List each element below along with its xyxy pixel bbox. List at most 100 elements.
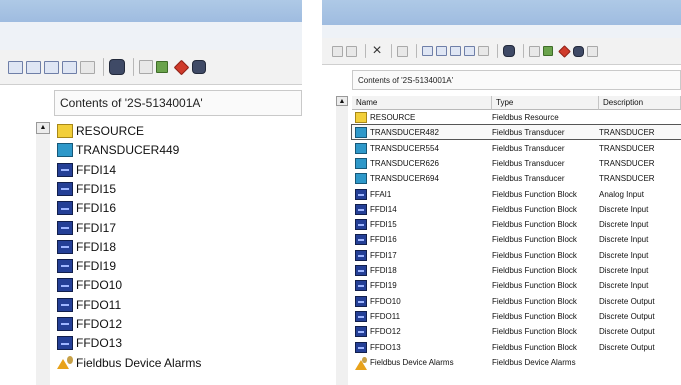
properties-icon[interactable]	[397, 45, 408, 57]
tree-item-label: RESOURCE	[76, 124, 145, 138]
column-header-name[interactable]: Name	[352, 96, 492, 110]
cell-description: TRANSDUCER	[599, 174, 655, 184]
tree-item[interactable]: FFDI19	[54, 257, 302, 275]
column-header-type[interactable]: Type	[492, 96, 599, 110]
cell-type: Fieldbus Function Block	[492, 189, 577, 199]
large-icons-view-icon[interactable]	[8, 60, 23, 74]
list-row[interactable]: TRANSDUCER626 Fieldbus Transducer TRANSDUC…	[352, 156, 681, 170]
tree-item[interactable]: FFDI18	[54, 238, 302, 256]
list-row[interactable]: FFDO10 Fieldbus Function Block Discrete Ou…	[352, 294, 681, 308]
list-row[interactable]: TRANSDUCER554 Fieldbus Transducer TRANSDUC…	[352, 141, 681, 155]
properties-icon[interactable]	[80, 60, 95, 74]
refresh-icon[interactable]	[478, 46, 489, 56]
function-block-icon	[355, 188, 367, 200]
cell-description: TRANSDUCER	[599, 158, 655, 168]
function-block-icon	[355, 249, 367, 261]
tag-icon[interactable]	[529, 45, 540, 57]
list-row[interactable]: FFDO13 Fieldbus Function Block Discrete Ou…	[352, 340, 681, 354]
cell-description: Discrete Input	[599, 220, 649, 230]
transducer-block-icon	[355, 173, 367, 185]
list-view-icon[interactable]	[450, 46, 461, 56]
download-icon[interactable]	[543, 46, 553, 56]
list-row[interactable]: TRANSDUCER694 Fieldbus Transducer TRANSDUC…	[352, 171, 681, 185]
function-block-icon	[355, 280, 367, 292]
tag-icon[interactable]	[139, 60, 153, 74]
list-row[interactable]: FFDI16 Fieldbus Function Block Discrete In…	[352, 232, 681, 246]
scroll-up-button[interactable]: ▲	[336, 96, 348, 106]
function-block-icon	[355, 234, 367, 246]
details-view-icon[interactable]	[464, 46, 475, 56]
tree-item[interactable]: FFDI15	[54, 180, 302, 198]
function-block-icon	[57, 239, 73, 254]
function-block-icon	[355, 219, 367, 231]
vertical-scrollbar[interactable]: ▲	[36, 122, 50, 385]
list-row[interactable]: RESOURCE Fieldbus Resource	[352, 110, 681, 124]
tree-item[interactable]: FFDO10	[54, 276, 302, 294]
transducer-block-icon	[355, 142, 367, 154]
function-block-icon	[355, 295, 367, 307]
large-icons-view-icon[interactable]	[422, 46, 433, 56]
tree-item[interactable]: FFDO11	[54, 296, 302, 314]
small-icons-view-icon[interactable]	[436, 46, 447, 56]
tree-view: RESOURCE TRANSDUCER449 FFDI14 FFDI15 FFDI16 F…	[54, 120, 302, 385]
list-row[interactable]: FFDO11 Fieldbus Function Block Discrete Ou…	[352, 309, 681, 323]
vertical-scrollbar[interactable]: ▲	[336, 96, 348, 385]
cell-type: Fieldbus Function Block	[492, 311, 577, 321]
cell-description: Analog Input	[599, 189, 644, 199]
save-icon[interactable]	[192, 60, 206, 74]
list-row[interactable]: FFDI14 Fieldbus Function Block Discrete In…	[352, 202, 681, 216]
function-block-icon	[355, 265, 367, 276]
title-bar	[0, 0, 302, 22]
toolbar-separator	[103, 58, 104, 76]
list-row[interactable]: Fieldbus Device Alarms Fieldbus Device Al…	[352, 355, 681, 370]
tree-item[interactable]: FFDO12	[54, 315, 302, 333]
list-view-icon[interactable]	[44, 60, 59, 74]
cell-description: Discrete Input	[599, 250, 649, 260]
list-row[interactable]: FFDI19 Fieldbus Function Block Discrete In…	[352, 278, 681, 292]
cell-description: TRANSDUCER	[599, 128, 655, 138]
help-icon[interactable]	[587, 45, 598, 57]
list-row[interactable]: TRANSDUCER482 Fieldbus Transducer TRANSDUC…	[351, 124, 681, 141]
cell-type: Fieldbus Resource	[492, 113, 559, 122]
paste-icon[interactable]	[346, 45, 357, 57]
tree-item[interactable]: TRANSDUCER449	[54, 141, 302, 159]
download-icon[interactable]	[156, 61, 168, 73]
cell-name: FFDI18	[370, 266, 397, 275]
tree-item[interactable]: FFDI14	[54, 161, 302, 179]
delete-icon[interactable]: ×	[371, 43, 383, 59]
function-block-icon	[57, 278, 73, 293]
cell-type: Fieldbus Device Alarms	[492, 357, 576, 367]
list-row[interactable]: FFDI15 Fieldbus Function Block Discrete In…	[352, 217, 681, 231]
list-row[interactable]: FFDO12 Fieldbus Function Block Discrete Ou…	[352, 324, 681, 338]
cell-description: Discrete Output	[599, 311, 655, 321]
function-block-icon	[57, 317, 73, 331]
tree-item[interactable]: RESOURCE	[54, 122, 302, 140]
diamond-icon[interactable]	[558, 44, 571, 58]
column-header-description[interactable]: Description	[599, 96, 681, 110]
list-row[interactable]: FFDI18 Fieldbus Function Block Discrete In…	[352, 263, 681, 277]
toolbar: ×	[322, 38, 681, 65]
cell-type: Fieldbus Function Block	[492, 235, 577, 245]
list-row[interactable]: FFAI1 Fieldbus Function Block Analog Input	[352, 187, 681, 201]
save-icon[interactable]	[573, 45, 584, 57]
tree-item[interactable]: FFDO13	[54, 334, 302, 352]
cell-name: TRANSDUCER694	[370, 174, 439, 184]
copy-icon[interactable]	[332, 45, 343, 57]
tree-item[interactable]: FFDI17	[54, 219, 302, 237]
cell-type: Fieldbus Function Block	[492, 327, 577, 337]
tree-item[interactable]: FFDI16	[54, 199, 302, 217]
gear-icon[interactable]	[503, 45, 515, 57]
list-row[interactable]: FFDI17 Fieldbus Function Block Discrete In…	[352, 248, 681, 262]
gear-icon[interactable]	[109, 59, 125, 75]
left-explorer-window: Contents of '2S-5134001A' ▲ RESOURCE TRAN…	[0, 0, 302, 385]
cell-type: Fieldbus Function Block	[492, 296, 577, 306]
tree-item-label: TRANSDUCER449	[76, 143, 180, 158]
scroll-up-button[interactable]: ▲	[36, 122, 50, 134]
tree-item[interactable]: Fieldbus Device Alarms	[54, 354, 302, 372]
small-icons-view-icon[interactable]	[26, 60, 41, 74]
diamond-icon[interactable]	[173, 59, 190, 75]
cell-description: Discrete Input	[599, 204, 649, 214]
details-view-icon[interactable]	[62, 60, 77, 74]
cell-description: Discrete Output	[599, 342, 655, 352]
cell-name: TRANSDUCER482	[370, 128, 439, 138]
